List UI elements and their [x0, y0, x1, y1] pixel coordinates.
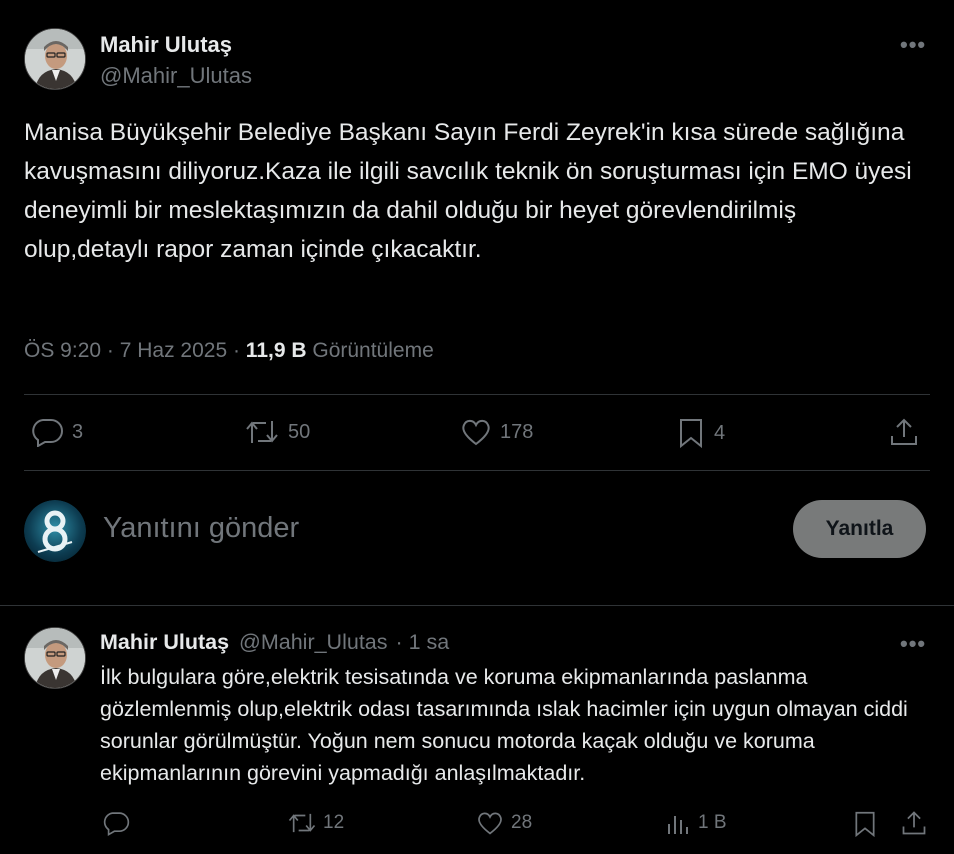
like-count: 178: [500, 420, 534, 443]
reply-reply-button[interactable]: [102, 810, 130, 836]
reply-time[interactable]: · 1 sa: [395, 630, 449, 654]
author-name[interactable]: Mahir Ulutaş: [100, 32, 232, 58]
heart-icon: [478, 812, 502, 835]
reply-author-name[interactable]: Mahir Ulutaş: [100, 630, 229, 654]
share-button[interactable]: [888, 416, 920, 448]
bookmark-button[interactable]: 4: [676, 417, 725, 449]
reply-like-button[interactable]: 28: [476, 810, 532, 836]
author-avatar[interactable]: [24, 28, 86, 90]
reply-share-button[interactable]: [900, 809, 928, 837]
reply-icon: [32, 419, 63, 447]
divider: [24, 470, 930, 471]
more-options-icon[interactable]: •••: [900, 32, 926, 58]
reply-submit-button[interactable]: Yanıtla: [793, 500, 926, 558]
reply-like-count: 28: [511, 812, 533, 833]
retweet-icon: [288, 813, 316, 833]
reply-author-avatar[interactable]: [24, 627, 86, 689]
retweet-icon: [246, 421, 278, 443]
divider: [0, 605, 954, 606]
reply-text: İlk bulgulara göre,elektrik tesisatında …: [100, 665, 908, 785]
reply-retweet-count: 12: [323, 812, 345, 833]
analytics-icon: [668, 816, 688, 834]
reply-views-count: 1 B: [698, 812, 727, 833]
heart-icon: [462, 419, 490, 446]
author-handle[interactable]: @Mahir_Ulutas: [100, 63, 252, 89]
reply-header: Mahir Ulutaş @Mahir_Ulutas · 1 sa: [100, 630, 449, 655]
reply-compose-input[interactable]: Yanıtını gönder: [103, 512, 299, 545]
tweet-text: Manisa Büyükşehir Belediye Başkanı Sayın…: [24, 119, 912, 263]
like-button[interactable]: 178: [460, 417, 533, 447]
reply-author-handle[interactable]: @Mahir_Ulutas: [239, 630, 387, 654]
divider: [24, 394, 930, 395]
reply-more-options-icon[interactable]: •••: [900, 631, 926, 657]
share-icon: [902, 811, 926, 835]
bookmark-icon: [680, 419, 702, 449]
share-icon: [891, 418, 917, 445]
reply-bookmark-button[interactable]: [852, 810, 878, 838]
reply-icon: [103, 812, 130, 836]
reply-views-button[interactable]: 1 B: [666, 810, 727, 836]
views-count: 11,9 B: [245, 339, 307, 362]
reply-retweet-button[interactable]: 12: [287, 810, 344, 836]
reply-button[interactable]: 3: [30, 417, 83, 447]
bookmark-icon: [855, 811, 875, 838]
bookmark-count: 4: [714, 421, 726, 444]
tweet-meta: ÖS 9:20 · 7 Haz 2025 · 11,9 B Görüntülem…: [24, 339, 434, 363]
retweet-button[interactable]: 50: [244, 417, 310, 447]
reply-count: 3: [72, 420, 84, 443]
tweet-time[interactable]: ÖS 9:20 · 7 Haz 2025 ·: [24, 339, 240, 362]
views-label: Görüntüleme: [312, 339, 434, 362]
retweet-count: 50: [288, 420, 311, 443]
user-avatar[interactable]: [24, 500, 86, 562]
